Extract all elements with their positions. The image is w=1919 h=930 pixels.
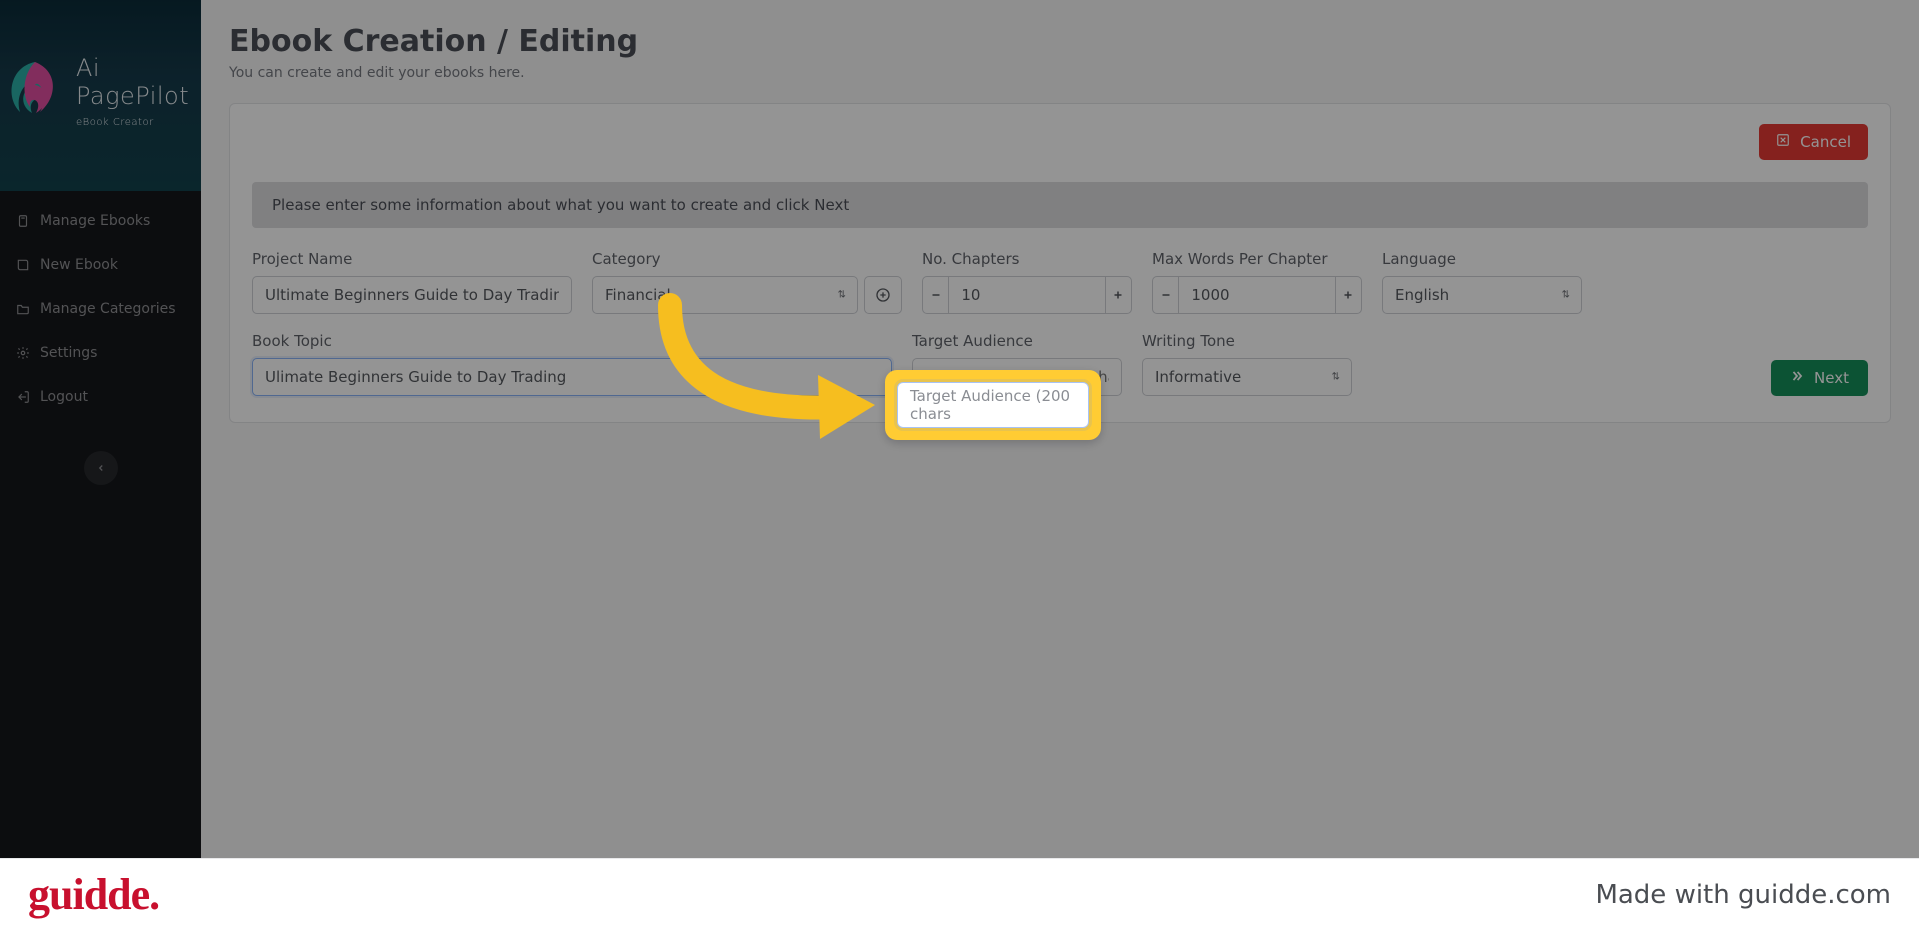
sidebar-item-manage-ebooks[interactable]: Manage Ebooks [0, 199, 201, 243]
sidebar-item-label: Manage Ebooks [40, 213, 150, 229]
field-target-audience: Target Audience [912, 332, 1122, 396]
next-button[interactable]: Next [1771, 360, 1868, 396]
field-writing-tone: Writing Tone ⇅ [1142, 332, 1352, 396]
guidde-brand: guidde. [28, 869, 159, 920]
cancel-label: Cancel [1800, 133, 1851, 151]
creation-card: Cancel Please enter some information abo… [229, 103, 1891, 423]
field-language: Language ⇅ [1382, 250, 1582, 314]
sidebar-item-manage-categories[interactable]: Manage Categories [0, 287, 201, 331]
book-topic-input[interactable] [252, 358, 892, 396]
sidebar-item-label: New Ebook [40, 257, 118, 273]
book-icon [16, 258, 30, 272]
sidebar-item-settings[interactable]: Settings [0, 331, 201, 375]
category-select[interactable] [592, 276, 858, 314]
label-category: Category [592, 250, 902, 268]
cancel-icon [1776, 133, 1790, 151]
language-select[interactable] [1382, 276, 1582, 314]
sidebar-item-new-ebook[interactable]: New Ebook [0, 243, 201, 287]
page-title: Ebook Creation / Editing [229, 24, 1891, 59]
form-row-1: Project Name Category ⇅ [252, 250, 1868, 314]
swirl-icon [0, 57, 70, 127]
gear-icon [16, 346, 30, 360]
maxwords-decrement-button[interactable] [1152, 276, 1179, 314]
sidebar-nav: Manage Ebooks New Ebook Manage Categorie… [0, 191, 201, 427]
chapters-decrement-button[interactable] [922, 276, 949, 314]
main-content: Ebook Creation / Editing You can create … [201, 0, 1919, 930]
writing-tone-select[interactable] [1142, 358, 1352, 396]
field-no-chapters: No. Chapters [922, 250, 1132, 314]
label-writing-tone: Writing Tone [1142, 332, 1352, 350]
label-max-words: Max Words Per Chapter [1152, 250, 1362, 268]
folder-icon [16, 302, 30, 316]
form-row-2: Book Topic Target Audience Writing Tone … [252, 332, 1868, 396]
next-button-wrap: Next [1372, 360, 1868, 396]
label-language: Language [1382, 250, 1582, 268]
sidebar: Ai PagePilot eBook Creator Manage Ebooks… [0, 0, 201, 930]
clipboard-icon [16, 214, 30, 228]
label-no-chapters: No. Chapters [922, 250, 1132, 268]
chapters-input[interactable] [949, 276, 1104, 314]
guidde-footer: guidde. Made with guidde.com [0, 858, 1919, 930]
field-book-topic: Book Topic [252, 332, 892, 396]
add-category-button[interactable] [864, 276, 902, 314]
sidebar-item-label: Settings [40, 345, 97, 361]
page-subtitle: You can create and edit your ebooks here… [229, 65, 1891, 81]
logout-icon [16, 390, 30, 404]
maxwords-increment-button[interactable] [1335, 276, 1362, 314]
label-project-name: Project Name [252, 250, 572, 268]
double-chevron-right-icon [1790, 369, 1804, 387]
brand-logo: Ai PagePilot eBook Creator [0, 0, 201, 191]
chapters-increment-button[interactable] [1105, 276, 1132, 314]
label-book-topic: Book Topic [252, 332, 892, 350]
maxwords-input[interactable] [1179, 276, 1334, 314]
project-name-input[interactable] [252, 276, 572, 314]
label-target-audience: Target Audience [912, 332, 1122, 350]
brand-name: Ai PagePilot [76, 54, 201, 110]
field-project-name: Project Name [252, 250, 572, 314]
sidebar-item-label: Manage Categories [40, 301, 176, 317]
brand-sub: eBook Creator [76, 117, 154, 128]
sidebar-item-label: Logout [40, 389, 88, 405]
info-strip: Please enter some information about what… [252, 182, 1868, 228]
next-label: Next [1814, 369, 1849, 387]
collapse-sidebar-button[interactable] [84, 451, 118, 485]
cancel-button[interactable]: Cancel [1759, 124, 1868, 160]
target-audience-input[interactable] [912, 358, 1122, 396]
app-root: Ai PagePilot eBook Creator Manage Ebooks… [0, 0, 1919, 930]
field-max-words: Max Words Per Chapter [1152, 250, 1362, 314]
field-category: Category ⇅ [592, 250, 902, 314]
sidebar-item-logout[interactable]: Logout [0, 375, 201, 419]
guidde-made-with: Made with guidde.com [1595, 880, 1891, 910]
